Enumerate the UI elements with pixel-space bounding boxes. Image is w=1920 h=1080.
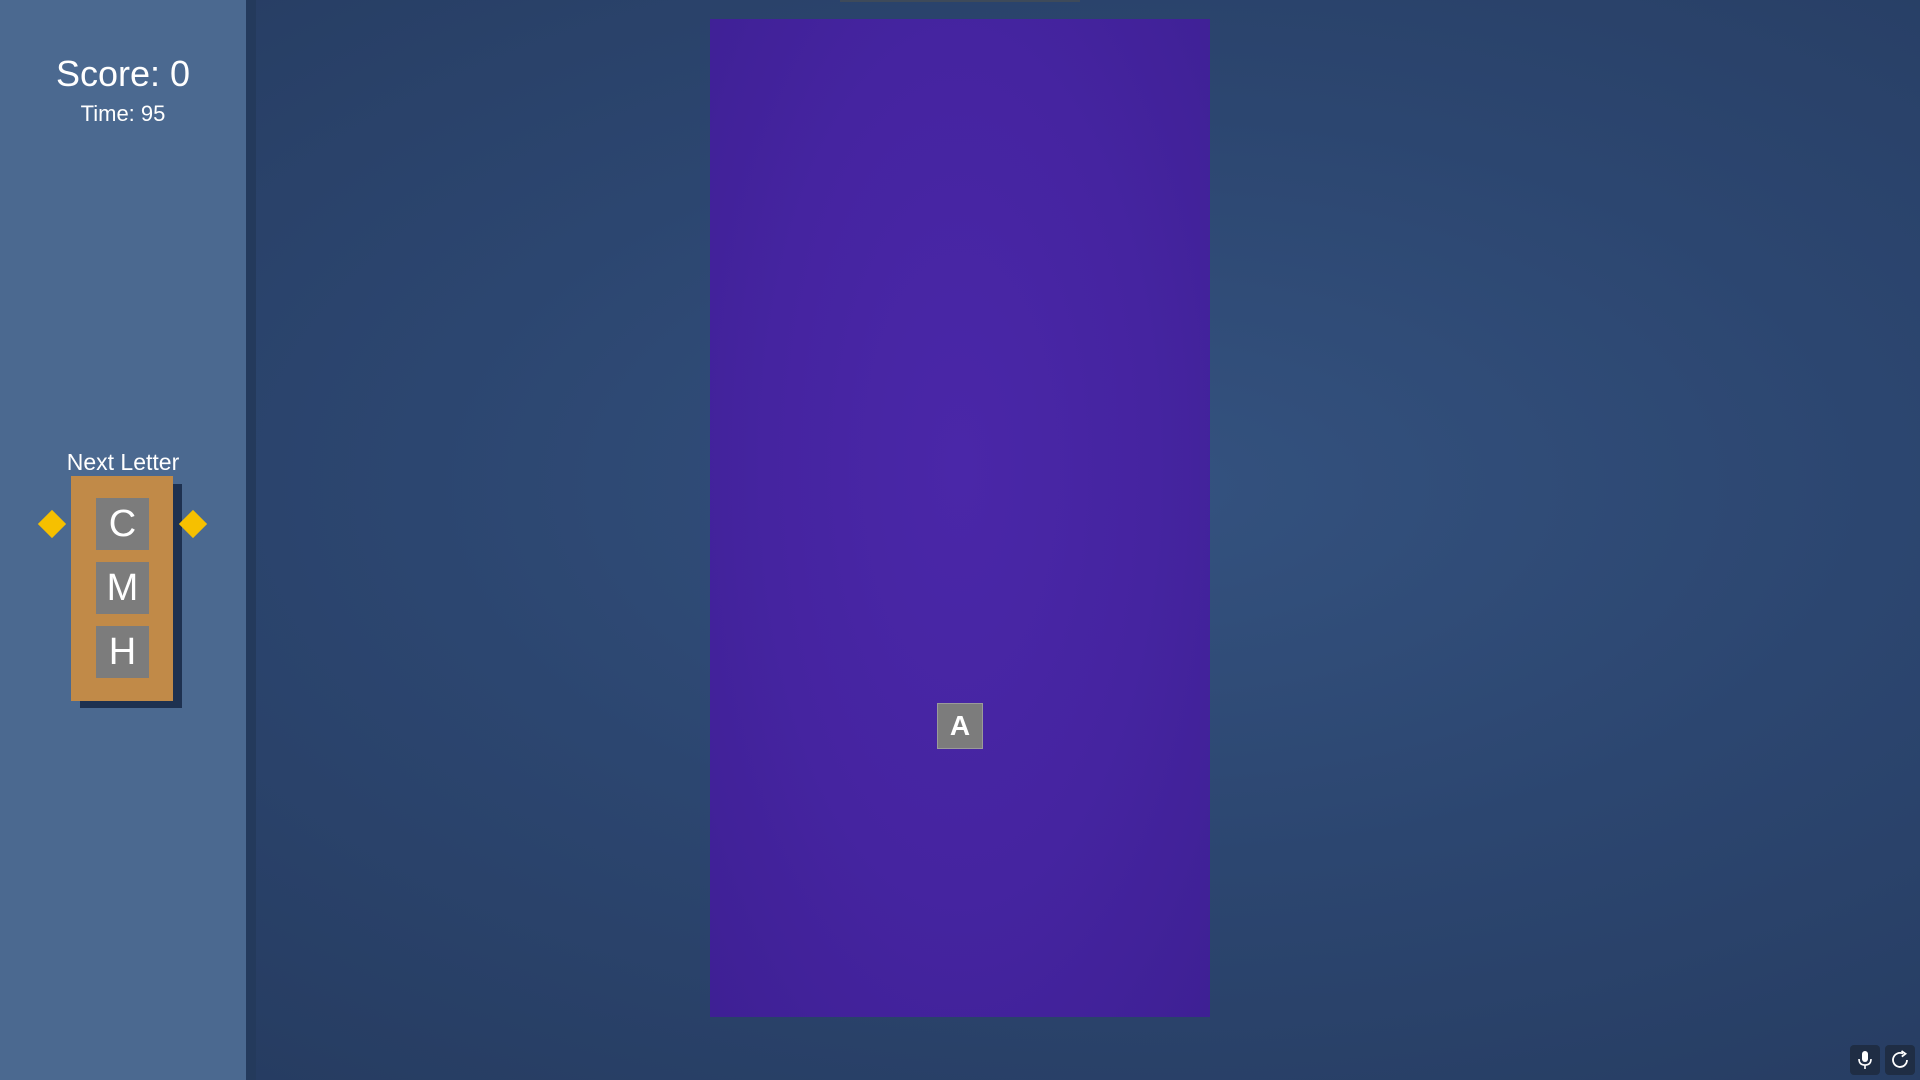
next-letter-tile: C (96, 498, 149, 550)
refresh-icon (1892, 1050, 1908, 1068)
next-letter-title: Next Letter (66, 449, 180, 475)
microphone-icon (1858, 1051, 1872, 1069)
falling-letter-tile[interactable]: A (937, 703, 983, 749)
time-display: Time: 95 (80, 101, 166, 126)
game-board[interactable] (710, 19, 1210, 1017)
microphone-button[interactable] (1850, 1045, 1880, 1075)
refresh-button[interactable] (1885, 1045, 1915, 1075)
top-indicator-bar (840, 0, 1080, 2)
sidebar-divider (246, 0, 256, 1080)
next-letter-queue: C M H (71, 476, 173, 701)
queued-letter-tile: M (96, 562, 149, 614)
score-display: Score: 0 (55, 53, 191, 94)
queued-letter-tile: H (96, 626, 149, 678)
